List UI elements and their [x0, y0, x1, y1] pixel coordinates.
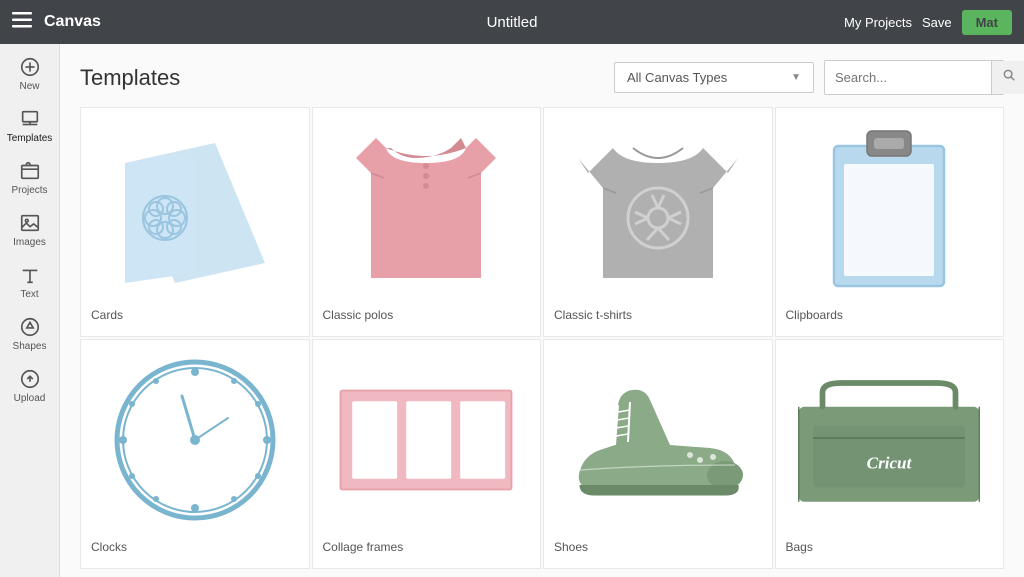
sidebar-item-projects-label: Projects [11, 185, 47, 196]
sidebar-item-new[interactable]: New [0, 48, 59, 100]
sidebar-item-shapes-label: Shapes [13, 341, 47, 352]
topbar: Canvas Untitled My Projects Save Mat [0, 0, 1024, 44]
template-card-collage[interactable]: Collage frames [312, 339, 542, 569]
sidebar-item-templates[interactable]: Templates [0, 100, 59, 152]
template-preview-bags: Cricut [786, 350, 994, 530]
template-card-tshirts[interactable]: Classic t-shirts [543, 107, 773, 337]
template-preview-polos [323, 118, 531, 298]
templates-grid: Cards Classic polos [60, 107, 1024, 577]
search-icon[interactable] [991, 61, 1024, 94]
menu-icon[interactable] [12, 12, 32, 33]
chevron-down-icon: ▼ [791, 72, 801, 83]
sidebar-item-shapes[interactable]: Shapes [0, 308, 59, 360]
template-name-bags: Bags [786, 540, 813, 554]
search-input[interactable] [835, 70, 985, 85]
save-button[interactable]: Save [922, 15, 952, 30]
canvas-type-value: All Canvas Types [627, 70, 727, 85]
templates-controls: All Canvas Types ▼ [614, 60, 1004, 95]
template-name-cards: Cards [91, 308, 123, 322]
template-preview-tshirts [554, 118, 762, 298]
template-preview-shoes [554, 350, 762, 530]
template-preview-collage [323, 350, 531, 530]
template-name-shoes: Shoes [554, 540, 588, 554]
template-card-shoes[interactable]: Shoes [543, 339, 773, 569]
sidebar-item-images[interactable]: Images [0, 204, 59, 256]
template-preview-clipboards [786, 118, 994, 298]
template-card-clocks[interactable]: Clocks [80, 339, 310, 569]
sidebar: New Templates Projects Images [0, 44, 60, 577]
app-logo: Canvas [44, 13, 101, 31]
template-card-bags[interactable]: Cricut Bags [775, 339, 1005, 569]
mat-button[interactable]: Mat [962, 10, 1012, 35]
sidebar-item-text[interactable]: Text [0, 256, 59, 308]
main-content: Templates All Canvas Types ▼ [60, 44, 1024, 577]
sidebar-item-upload[interactable]: Upload [0, 360, 59, 412]
my-projects-link[interactable]: My Projects [844, 15, 912, 30]
templates-title: Templates [80, 65, 180, 91]
template-name-tshirts: Classic t-shirts [554, 308, 632, 322]
sidebar-item-text-label: Text [20, 289, 38, 300]
topbar-actions: My Projects Save Mat [844, 10, 1012, 35]
template-name-clocks: Clocks [91, 540, 127, 554]
template-preview-clocks [91, 350, 299, 530]
template-card-polos[interactable]: Classic polos [312, 107, 542, 337]
sidebar-item-upload-label: Upload [14, 393, 46, 404]
template-name-clipboards: Clipboards [786, 308, 843, 322]
sidebar-item-projects[interactable]: Projects [0, 152, 59, 204]
template-preview-cards [91, 118, 299, 298]
document-title: Untitled [487, 14, 538, 31]
sidebar-item-images-label: Images [13, 237, 46, 248]
svg-text:Cricut: Cricut [867, 454, 913, 473]
search-box [824, 60, 1004, 95]
template-card-cards[interactable]: Cards [80, 107, 310, 337]
sidebar-item-templates-label: Templates [7, 133, 53, 144]
template-card-clipboards[interactable]: Clipboards [775, 107, 1005, 337]
template-name-polos: Classic polos [323, 308, 394, 322]
templates-header: Templates All Canvas Types ▼ [60, 44, 1024, 107]
sidebar-item-new-label: New [19, 81, 39, 92]
canvas-type-dropdown[interactable]: All Canvas Types ▼ [614, 62, 814, 93]
template-name-collage: Collage frames [323, 540, 404, 554]
